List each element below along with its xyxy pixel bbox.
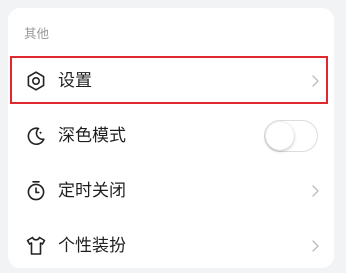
personal-skin-label: 个性装扮 bbox=[58, 236, 126, 256]
personal-skin-row[interactable]: 个性装扮 bbox=[8, 219, 334, 273]
dark-mode-row: 深色模式 bbox=[8, 109, 334, 163]
timer-off-row[interactable]: 定时关闭 bbox=[8, 164, 334, 218]
gear-icon bbox=[27, 71, 45, 91]
settings-row[interactable]: 设置 bbox=[8, 54, 334, 108]
tshirt-icon bbox=[26, 236, 46, 255]
timer-icon bbox=[27, 180, 45, 201]
settings-card: 其他 设置 深色模式 定时关闭 个性装扮 bbox=[8, 8, 334, 268]
timer-off-label: 定时关闭 bbox=[58, 181, 126, 201]
chevron-right-icon bbox=[312, 75, 319, 87]
dark-mode-toggle[interactable] bbox=[264, 120, 318, 152]
chevron-right-icon bbox=[312, 240, 319, 252]
section-title: 其他 bbox=[24, 26, 50, 41]
toggle-knob bbox=[266, 122, 294, 150]
dark-mode-label: 深色模式 bbox=[58, 126, 126, 146]
moon-icon bbox=[27, 127, 45, 146]
chevron-right-icon bbox=[312, 185, 319, 197]
settings-label: 设置 bbox=[58, 71, 92, 91]
